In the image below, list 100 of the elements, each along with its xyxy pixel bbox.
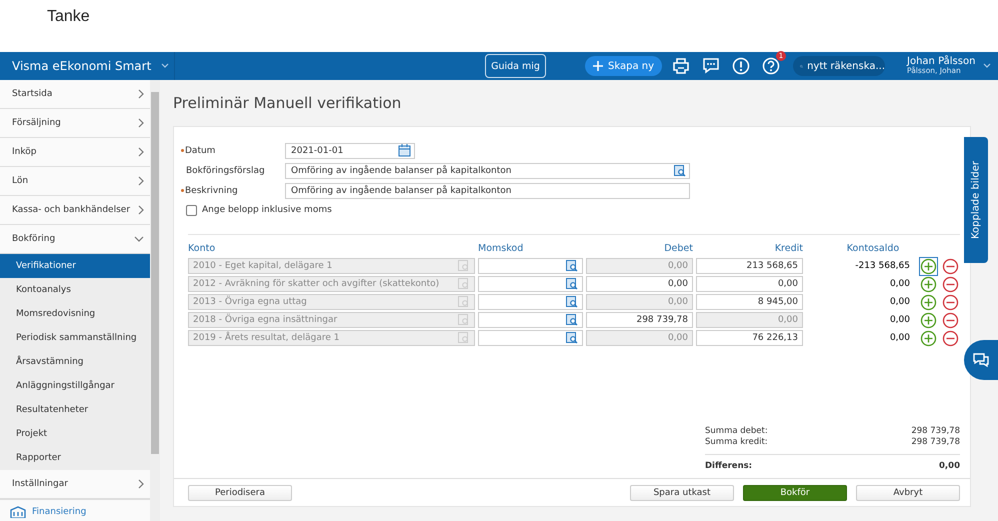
lookup-icon[interactable]: [566, 260, 578, 272]
scrollbar[interactable]: [150, 80, 160, 521]
periodize-button[interactable]: Periodisera: [188, 485, 292, 501]
remove-row-icon[interactable]: [941, 292, 960, 312]
plus-icon: [593, 61, 603, 71]
chevron-down-icon: [161, 63, 170, 69]
balance-cell-text: 0,00: [888, 279, 911, 289]
sidebar-subitem[interactable]: Anläggningstillgångar: [0, 374, 150, 398]
lookup-icon[interactable]: [566, 332, 578, 344]
cancel-button[interactable]: Avbryt: [856, 485, 960, 501]
page-title: Tanke: [47, 8, 90, 26]
create-button[interactable]: Skapa ny: [585, 56, 662, 76]
sidebar-subitem[interactable]: Projekt: [0, 422, 150, 446]
balance-cell-text: 0,00: [888, 333, 911, 343]
credit-field[interactable]: 0,00: [696, 276, 803, 292]
help-icon[interactable]: [762, 57, 780, 75]
book-button[interactable]: Bokför: [743, 485, 847, 501]
summary-label: Summa debet:: [705, 426, 768, 437]
sidebar-subitem[interactable]: Resultatenheter: [0, 398, 150, 422]
checkbox-label: Ange belopp inklusive moms: [202, 205, 332, 215]
financing-link[interactable]: Finansiering: [0, 499, 150, 521]
field-label: Bokföringsförslag: [186, 166, 266, 176]
guide-button[interactable]: Guida mig: [485, 54, 546, 78]
lookup-icon: [458, 278, 470, 290]
chevron-right-icon: [138, 89, 144, 99]
remove-row-icon[interactable]: [941, 256, 960, 276]
balance-cell-text: 0,00: [888, 315, 911, 325]
page-heading: Preliminär Manuell verifikation: [173, 93, 402, 114]
vat-code-field[interactable]: [478, 294, 583, 310]
credit-field[interactable]: 76 226,13: [696, 330, 803, 346]
sidebar-item[interactable]: Bokföring: [0, 225, 150, 254]
calendar-icon[interactable]: [398, 144, 411, 157]
debit-field[interactable]: 298 739,78: [586, 312, 693, 328]
search-field[interactable]: nytt räkenska...: [793, 56, 886, 76]
add-row-icon[interactable]: [919, 292, 938, 312]
sidebar-subitem[interactable]: Periodisk sammanställning: [0, 326, 150, 350]
sidebar-subitem[interactable]: Kontoanalys: [0, 278, 150, 302]
column-header: Kredit: [774, 242, 803, 254]
add-row-icon[interactable]: [919, 274, 938, 294]
summary-value: 298 739,78: [911, 437, 960, 448]
chat-icon: [972, 352, 990, 368]
sidebar-item[interactable]: Lön: [0, 167, 150, 196]
sidebar-item[interactable]: Försäljning: [0, 109, 150, 138]
column-header: Konto: [188, 242, 216, 254]
balance-cell-text: -213 568,65: [854, 261, 911, 271]
remove-row-icon[interactable]: [941, 274, 960, 294]
chevron-right-icon: [138, 176, 144, 186]
chevron-right-icon: [138, 118, 144, 128]
printer-icon[interactable]: [672, 57, 690, 75]
summary-value: 0,00: [939, 461, 960, 472]
lookup-icon: [458, 314, 470, 326]
credit-field[interactable]: 8 945,00: [696, 294, 803, 310]
add-row-icon[interactable]: [919, 328, 938, 348]
debit-field[interactable]: 0,00: [586, 276, 693, 292]
credit-field[interactable]: 213 568,65: [696, 258, 803, 274]
attached-images-tab[interactable]: Kopplade bilder: [964, 137, 988, 263]
lookup-icon[interactable]: [674, 164, 686, 176]
column-header: Momskod: [478, 242, 524, 254]
vat-code-field[interactable]: [478, 276, 583, 292]
sidebar-item[interactable]: Kassa- och bankhändelser: [0, 196, 150, 225]
lookup-icon: [458, 260, 470, 272]
chevron-right-icon: [138, 205, 144, 215]
chevron-down-icon: [983, 63, 992, 69]
suggestion-field[interactable]: Omföring av ingående balanser på kapitalkonton: [285, 162, 690, 178]
chat-button[interactable]: [964, 340, 998, 380]
date-field[interactable]: 2021-01-01: [285, 142, 415, 158]
sidebar-subitem[interactable]: Verifikationer: [0, 254, 150, 278]
sidebar-subitem[interactable]: Momsredovisning: [0, 302, 150, 326]
vat-code-field[interactable]: [478, 330, 583, 346]
lookup-icon: [458, 296, 470, 308]
summary-value: 298 739,78: [911, 426, 960, 437]
add-row-icon[interactable]: [919, 256, 938, 276]
add-row-icon[interactable]: [919, 310, 938, 330]
building-icon: [10, 506, 26, 518]
lookup-icon[interactable]: [566, 296, 578, 308]
save-draft-button[interactable]: Spara utkast: [630, 485, 734, 501]
sidebar-subitem[interactable]: Rapporter: [0, 446, 150, 470]
vat-code-field[interactable]: [478, 312, 583, 328]
description-field[interactable]: Omföring av ingående balanser på kapitalkonton: [285, 182, 690, 198]
checkbox[interactable]: [186, 204, 197, 216]
chevron-right-icon: [138, 147, 144, 157]
chevron-down-icon: [134, 236, 144, 242]
vat-code-field[interactable]: [478, 258, 583, 274]
alert-icon[interactable]: [732, 57, 750, 75]
summary-label: Summa kredit:: [705, 437, 768, 448]
chat-icon[interactable]: [702, 57, 720, 75]
sidebar-subitem[interactable]: Årsavstämning: [0, 350, 150, 374]
sidebar-item[interactable]: Startsida: [0, 80, 150, 109]
remove-row-icon[interactable]: [941, 328, 960, 348]
field-label: Beskrivning: [186, 186, 285, 196]
balance-cell-text: 0,00: [888, 297, 911, 307]
column-header: Debet: [663, 242, 693, 254]
sidebar-item[interactable]: Inköp: [0, 138, 150, 167]
lookup-icon: [458, 332, 470, 344]
lookup-icon[interactable]: [566, 314, 578, 326]
chevron-right-icon: [138, 479, 144, 489]
remove-row-icon[interactable]: [941, 310, 960, 330]
lookup-icon[interactable]: [566, 278, 578, 290]
summary-label: Differens:: [705, 461, 752, 472]
sidebar-item[interactable]: Inställningar: [0, 470, 150, 499]
